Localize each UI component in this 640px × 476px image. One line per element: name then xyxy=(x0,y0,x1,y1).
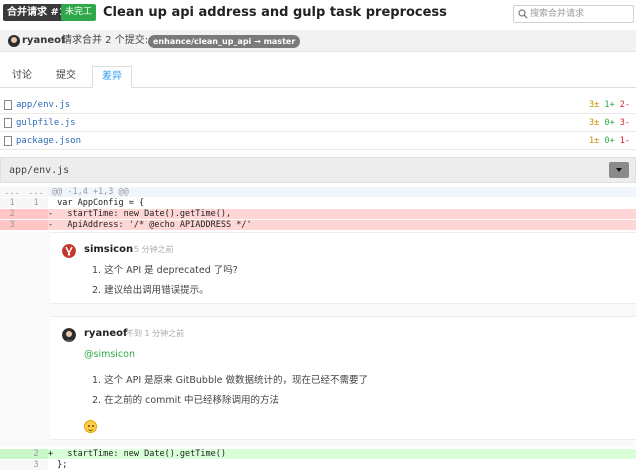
added-count: 0+ xyxy=(604,118,615,128)
diff-line: 3 }; xyxy=(0,460,636,470)
diff-line-added: 2 + startTime: new Date().getTime() xyxy=(0,449,636,459)
added-count: 0+ xyxy=(604,136,615,146)
inline-comments: simsicon 5 分钟之前 1. 这个 API 是 deprecated 了… xyxy=(0,232,636,447)
meta-text: 请求合并 2 个提交: xyxy=(62,35,149,46)
tab-diff[interactable]: 差异 xyxy=(92,66,132,88)
file-stats: 3± 0+ 3- xyxy=(589,116,630,130)
hunk-text: @@ -1,4 +1,3 @@ xyxy=(52,187,129,197)
comment: ryaneof 不到 1 分钟之前 @simsicon 1. 这个 API 是原… xyxy=(50,316,636,440)
avatar[interactable] xyxy=(62,244,76,258)
avatar[interactable] xyxy=(8,35,20,47)
mention-link[interactable]: @simsicon xyxy=(84,348,135,362)
deleted-count: 2- xyxy=(619,100,630,110)
code-line: startTime: new Date().getTime() xyxy=(52,449,226,459)
comment: simsicon 5 分钟之前 1. 这个 API 是 deprecated 了… xyxy=(50,232,636,304)
author-link[interactable]: ryaneof xyxy=(22,34,65,48)
comment-list-item: 2. 建议给出调用错误提示。 xyxy=(92,285,209,296)
status-badge: 未完工 xyxy=(61,4,97,21)
line-number-new: 1 xyxy=(33,198,39,208)
diff-file-name: app/env.js xyxy=(9,165,70,176)
comment-time: 不到 1 分钟之前 xyxy=(126,329,185,338)
search-input[interactable] xyxy=(530,7,630,21)
code-line: }; xyxy=(52,460,68,470)
tab-discussion[interactable]: 讨论 xyxy=(4,66,40,88)
search-box[interactable] xyxy=(513,5,634,23)
search-icon xyxy=(518,9,528,19)
tab-commits[interactable]: 提交 xyxy=(48,66,84,88)
line-number-old: ... xyxy=(4,187,20,197)
changed-count: 1± xyxy=(589,136,600,146)
file-row[interactable]: app/env.js 3± 1+ 2- xyxy=(0,96,636,114)
page-title: Clean up api address and gulp task prepr… xyxy=(103,5,447,20)
file-name[interactable]: app/env.js xyxy=(16,98,70,112)
line-number-new: 2 xyxy=(33,449,39,459)
file-icon xyxy=(4,118,12,128)
line-number-old: 3 xyxy=(9,220,15,230)
file-name[interactable]: package.json xyxy=(16,134,81,148)
file-stats: 3± 1+ 2- xyxy=(589,98,630,112)
diff-hunk-header: ... ... @@ -1,4 +1,3 @@ xyxy=(0,187,636,197)
comment-list-item: 1. 这个 API 是 deprecated 了吗? xyxy=(92,265,238,276)
code-line: startTime: new Date().getTime(), xyxy=(52,209,232,219)
file-icon xyxy=(4,136,12,146)
line-number-new: 3 xyxy=(33,460,39,470)
file-stats: 1± 0+ 1- xyxy=(589,134,630,148)
diff-line-deleted: 2 - startTime: new Date().getTime(), xyxy=(0,209,636,219)
file-row[interactable]: gulpfile.js 3± 0+ 3- xyxy=(0,114,636,132)
smile-emoji-icon xyxy=(84,420,97,433)
page-header: 合并请求 #1 未完工 Clean up api address and gul… xyxy=(0,0,640,28)
line-number-old: 1 xyxy=(9,198,15,208)
branch-badge: enhance/clean_up_api → master xyxy=(148,35,301,48)
line-number-new: ... xyxy=(28,187,44,197)
diff-line-deleted: 3 - ApiAddress: '/* @echo APIADDRESS */' xyxy=(0,220,636,230)
collapse-toggle-button[interactable] xyxy=(609,162,629,178)
file-name[interactable]: gulpfile.js xyxy=(16,116,76,130)
changed-count: 3± xyxy=(589,100,600,110)
deleted-count: 3- xyxy=(619,118,630,128)
pr-number-badge: 合并请求 #1 xyxy=(3,4,70,21)
file-row[interactable]: package.json 1± 0+ 1- xyxy=(0,132,636,150)
changed-files-list: app/env.js 3± 1+ 2- gulpfile.js 3± 0+ 3-… xyxy=(0,96,636,150)
comment-list-item: 1. 这个 API 是原来 GitBubble 做数据统计的，现在已经不需要了 xyxy=(92,375,369,386)
comment-list-item: 2. 在之前的 commit 中已经移除调用的方法 xyxy=(92,395,280,406)
comment-time: 5 分钟之前 xyxy=(134,245,174,254)
code-line: ApiAddress: '/* @echo APIADDRESS */' xyxy=(52,220,252,230)
avatar[interactable] xyxy=(62,328,76,342)
deleted-count: 1- xyxy=(619,136,630,146)
added-count: 1+ xyxy=(604,100,615,110)
comment-author[interactable]: simsicon xyxy=(84,243,133,257)
file-icon xyxy=(4,100,12,110)
changed-count: 3± xyxy=(589,118,600,128)
comment-author[interactable]: ryaneof xyxy=(84,327,127,341)
pr-meta-bar: ryaneof 请求合并 2 个提交: enhance/clean_up_api… xyxy=(0,30,636,52)
line-number-old: 2 xyxy=(9,209,15,219)
diff-line: 1 1 var AppConfig = { xyxy=(0,198,636,208)
diff-file-header: app/env.js xyxy=(0,157,636,183)
code-line: var AppConfig = { xyxy=(52,198,145,208)
tab-bar: 讨论 提交 差异 xyxy=(0,64,636,88)
